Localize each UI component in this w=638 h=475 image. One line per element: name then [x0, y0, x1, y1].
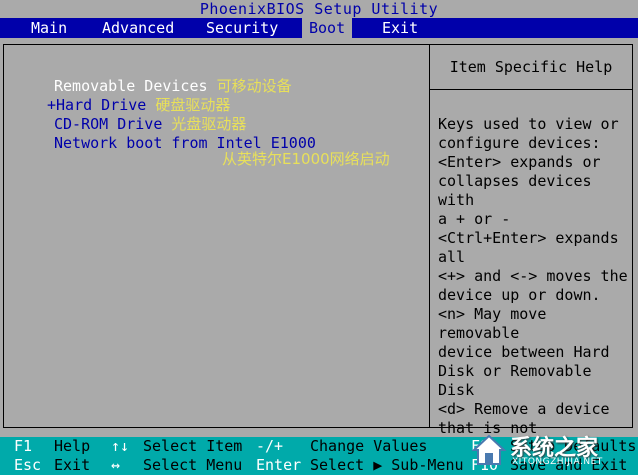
network-boot-note: 从英特尔E1000网络启动 [222, 150, 390, 168]
window-title: PhoenixBIOS Setup Utility [0, 0, 638, 18]
key-up-down-desc: Select Item [143, 437, 243, 455]
tab-boot[interactable]: Boot [302, 18, 353, 38]
boot-item-hard-drive[interactable]: +Hard Drive 硬盘驱动器 [47, 96, 230, 115]
key-minus-plus-desc: Change Values [310, 437, 428, 455]
help-separator [430, 89, 632, 90]
boot-item-label: Removable Devices [54, 77, 208, 95]
boot-panel: Removable Devices 可移动设备 +Hard Drive 硬盘驱动… [3, 44, 633, 456]
key-left-right: ↔ [111, 456, 121, 474]
boot-item-note: 硬盘驱动器 [155, 96, 231, 114]
menu-bar: Main Advanced Security Boot Exit [0, 18, 638, 38]
boot-item-removable-devices[interactable]: Removable Devices 可移动设备 [54, 77, 292, 96]
boot-item-label: CD-ROM Drive [54, 115, 163, 133]
key-left-right-desc: Select Menu [143, 456, 243, 474]
key-minus-plus: -/+ [256, 437, 284, 455]
expand-prefix: + [47, 96, 57, 114]
boot-item-label: Hard Drive [56, 96, 147, 114]
boot-item-cdrom-drive[interactable]: CD-ROM Drive 光盘驱动器 [54, 115, 246, 134]
key-esc-desc: Exit [54, 456, 91, 474]
help-text: Keys used to view or configure devices: … [438, 115, 628, 456]
tab-security[interactable]: Security [199, 18, 285, 38]
key-f1-desc: Help [54, 437, 91, 455]
key-f1: F1 [14, 437, 33, 455]
help-divider [429, 45, 430, 427]
help-title: Item Specific Help [449, 58, 613, 76]
tab-main[interactable]: Main [24, 18, 74, 38]
watermark: 系统之家 XITONGZHIJIA.NET [470, 420, 638, 475]
key-esc: Esc [14, 456, 42, 474]
house-logo-icon [471, 434, 507, 465]
key-up-down: ↑↓ [111, 437, 130, 455]
tab-exit[interactable]: Exit [375, 18, 425, 38]
key-enter: Enter [256, 456, 302, 474]
boot-item-note: 可移动设备 [216, 77, 292, 95]
key-enter-desc: Select ▶ Sub-Menu [310, 456, 464, 474]
tab-advanced[interactable]: Advanced [95, 18, 181, 38]
boot-item-note: 光盘驱动器 [171, 115, 247, 133]
watermark-url: XITONGZHIJIA.NET [512, 457, 603, 467]
